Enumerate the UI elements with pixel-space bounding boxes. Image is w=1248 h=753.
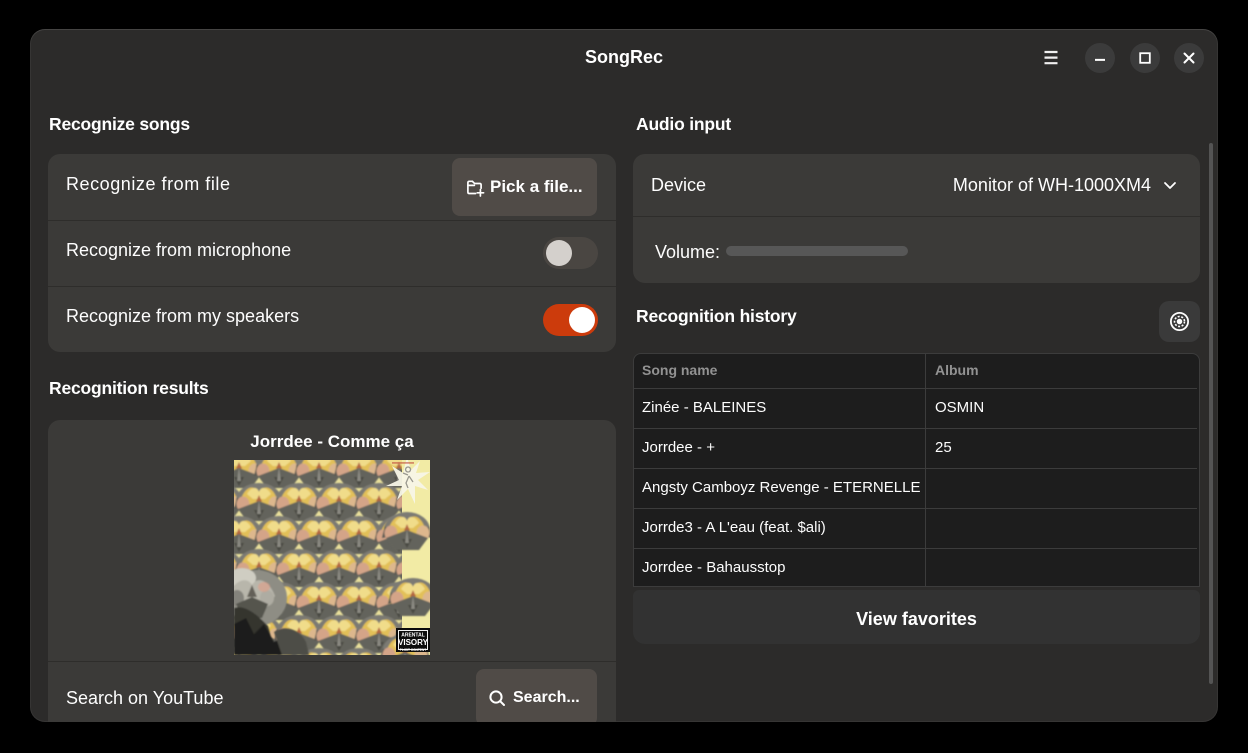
svg-text:PLICIT CONTENT: PLICIT CONTENT xyxy=(400,648,426,652)
svg-text:VISORY: VISORY xyxy=(398,638,429,647)
